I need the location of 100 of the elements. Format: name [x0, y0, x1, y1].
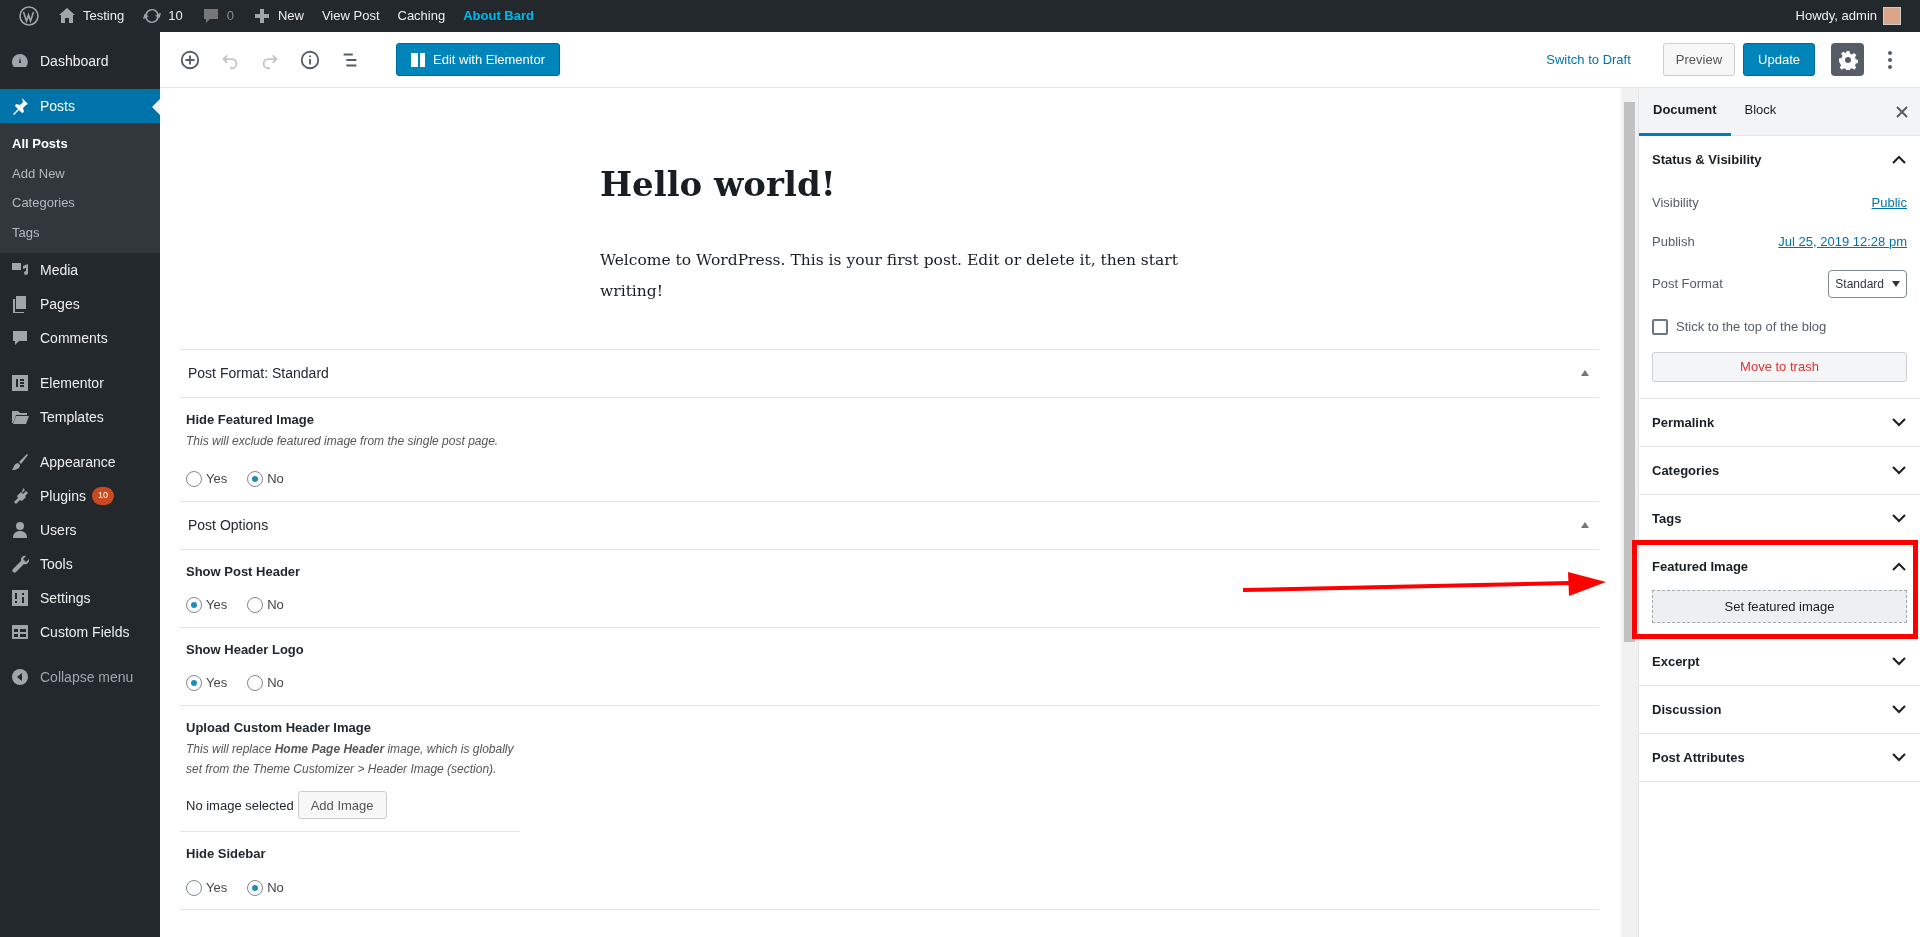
radio-button[interactable]: [186, 675, 202, 692]
post-paragraph[interactable]: Welcome to WordPress. This is your first post. Edit or delete it, then start writing!: [600, 244, 1200, 307]
sidebar-item[interactable]: Users: [0, 513, 160, 547]
radio-option[interactable]: Yes: [186, 469, 228, 489]
switch-to-draft-link[interactable]: Switch to Draft: [1546, 49, 1631, 70]
add-image-button[interactable]: Add Image: [297, 791, 387, 820]
edit-with-elementor-button[interactable]: Edit with Elementor: [396, 43, 560, 76]
radio-button[interactable]: [247, 471, 264, 488]
radio-button[interactable]: [247, 879, 264, 896]
field-label: Show Header Logo: [186, 640, 305, 659]
radio-option[interactable]: No: [247, 877, 284, 898]
panel-section-header[interactable]: Categories: [1639, 447, 1920, 494]
submenu-item[interactable]: Add New: [0, 158, 160, 188]
sidebar-item[interactable]: Posts: [0, 89, 160, 123]
triangle-up-icon[interactable]: [1581, 522, 1589, 529]
chevron-down-icon: [1892, 418, 1906, 427]
panel-section-header[interactable]: Status & Visibility: [1639, 136, 1920, 183]
panel-tab[interactable]: Document: [1639, 87, 1731, 136]
upload-status: No image selected: [186, 796, 294, 815]
gear-icon: [1837, 49, 1858, 70]
meta-box-title: Post Options: [188, 515, 269, 535]
preview-button[interactable]: Preview: [1662, 43, 1736, 76]
admin-bar-link[interactable]: About Bard: [454, 0, 543, 32]
panel-section-header[interactable]: Permalink: [1639, 399, 1920, 446]
scrollbar-thumb[interactable]: [1624, 102, 1635, 642]
sidebar-item[interactable]: Media: [0, 253, 160, 287]
admin-bar-link[interactable]: Caching: [388, 0, 455, 32]
panel-section-header[interactable]: Featured Image: [1639, 543, 1920, 590]
field-description: This will exclude featured image from the single post page.: [186, 433, 500, 451]
panel-section-header[interactable]: Excerpt: [1639, 638, 1920, 685]
paintbrush-icon: [10, 452, 30, 472]
sidebar-item[interactable]: Dashboard: [0, 44, 160, 78]
sidebar-item[interactable]: Settings: [0, 581, 160, 615]
field-label: Visibility: [1652, 193, 1699, 212]
chevron-down-icon: [1892, 514, 1906, 523]
home-icon: [57, 6, 77, 26]
field-description: This will replace Home Page Header image, which is globally set from the Theme Customizer > Header Image (section).: [186, 741, 515, 779]
info-icon: [299, 48, 321, 71]
submenu-item[interactable]: Tags: [0, 217, 160, 247]
sidebar-item[interactable]: Tools: [0, 547, 160, 581]
sidebar-item[interactable]: Appearance: [0, 445, 160, 479]
submenu-item[interactable]: All Posts: [0, 129, 160, 159]
vertical-dots-icon: [1888, 50, 1892, 69]
avatar-placeholder: [1883, 7, 1901, 25]
panel-section-header[interactable]: Post Attributes: [1639, 734, 1920, 781]
speech-bubble-icon: [10, 328, 30, 348]
radio-option[interactable]: No: [247, 673, 284, 693]
refresh-icon: [142, 6, 163, 26]
dropdown-arrow-icon: [1892, 281, 1900, 287]
admin-bar-link[interactable]: Testing: [48, 0, 134, 32]
wrench-icon: [10, 554, 30, 574]
sidebar-item[interactable]: Custom Fields: [0, 615, 160, 649]
field-value-link[interactable]: Jul 25, 2019 12:28 pm: [1778, 231, 1907, 252]
sidebar-item[interactable]: Elementor: [0, 366, 160, 400]
admin-bar-link[interactable]: View Post: [312, 0, 389, 32]
chevron-down-icon: [1892, 705, 1906, 714]
add-block-icon: [179, 48, 201, 71]
update-button[interactable]: Update: [1743, 43, 1815, 76]
elementor-logo-icon: [10, 373, 30, 393]
field-label: Upload Custom Header Image: [186, 718, 372, 737]
field-value-link[interactable]: Public: [1871, 192, 1907, 213]
radio-button[interactable]: [186, 879, 202, 896]
field-label: Hide Sidebar: [186, 845, 267, 864]
radio-button[interactable]: [186, 471, 202, 488]
close-icon: [1896, 105, 1908, 118]
scrollbar[interactable]: [1621, 88, 1638, 937]
table-icon: [10, 622, 30, 642]
sidebar-item[interactable]: Comments: [0, 321, 160, 355]
chevron-down-icon: [1892, 753, 1906, 762]
triangle-up-icon[interactable]: [1581, 370, 1589, 377]
radio-option[interactable]: Yes: [186, 673, 228, 693]
radio-button[interactable]: [186, 597, 202, 614]
admin-bar-link[interactable]: 0: [191, 0, 243, 32]
checkbox-option[interactable]: Stick to the top of the blog: [1652, 307, 1907, 346]
set-featured-image-button[interactable]: Set featured image: [1652, 590, 1907, 623]
post-title[interactable]: Hello world!: [600, 164, 1200, 205]
admin-bar-link[interactable]: New: [242, 0, 313, 32]
chevron-down-icon: [1892, 466, 1906, 475]
sidebar-item[interactable]: Plugins 10: [0, 479, 160, 513]
chevron-up-icon: [1892, 562, 1906, 571]
radio-option[interactable]: No: [247, 469, 284, 489]
radio-option[interactable]: Yes: [186, 877, 228, 898]
radio-option[interactable]: No: [247, 595, 284, 615]
admin-bar-link[interactable]: 10: [133, 0, 192, 32]
panel-section-header[interactable]: Discussion: [1639, 686, 1920, 733]
move-to-trash-button[interactable]: Move to trash: [1652, 352, 1907, 382]
sidebar-item[interactable]: Pages: [0, 287, 160, 321]
sidebar-item[interactable]: Templates: [0, 400, 160, 434]
radio-button[interactable]: [247, 675, 264, 692]
radio-button[interactable]: [247, 597, 264, 614]
settings-button[interactable]: [1831, 43, 1864, 76]
collapse-menu-button[interactable]: Collapse menu: [0, 660, 160, 694]
account-menu[interactable]: Howdy, admin: [1786, 0, 1910, 32]
chevron-up-icon: [1892, 155, 1906, 164]
submenu-item[interactable]: Categories: [0, 188, 160, 218]
panel-tab[interactable]: Block: [1730, 87, 1791, 136]
panel-section-header[interactable]: Tags: [1639, 495, 1920, 542]
post-format-select[interactable]: Standard: [1828, 270, 1907, 298]
radio-option[interactable]: Yes: [186, 595, 228, 615]
checkbox[interactable]: [1652, 318, 1668, 335]
